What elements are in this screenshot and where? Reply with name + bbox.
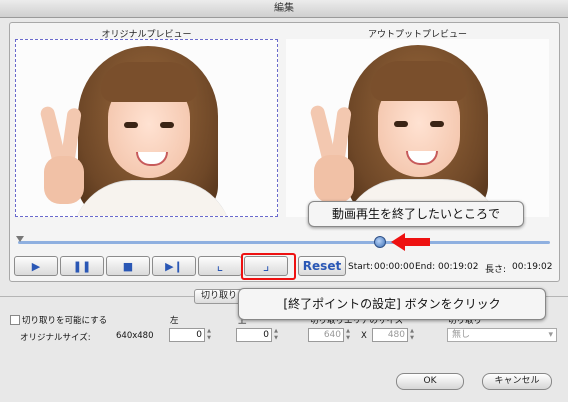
length-value: 00:19:02 <box>512 262 553 272</box>
start-point-icon: ⌞ <box>216 258 224 274</box>
start-marker-icon[interactable] <box>16 236 24 242</box>
left-label: 左 <box>170 316 179 326</box>
playhead-knob[interactable] <box>374 236 386 248</box>
original-preview <box>15 39 278 217</box>
stop-icon: ■ <box>122 259 134 273</box>
crop-left-field[interactable]: 0 <box>169 328 205 342</box>
crop-height-stepper[interactable]: ▲ ▼ <box>409 328 415 342</box>
start-value: 00:00:00 <box>374 262 415 272</box>
original-size-label: オリジナルサイズ: <box>20 333 91 343</box>
crop-height-field[interactable]: 480 <box>372 328 408 342</box>
output-preview <box>286 39 549 217</box>
crop-left-stepper[interactable]: ▲ ▼ <box>206 328 212 342</box>
start-label: Start: <box>348 262 374 272</box>
play-icon: ▶ <box>31 259 41 273</box>
next-frame-button[interactable]: ▶❙ <box>152 256 196 276</box>
length-label: 長さ: <box>485 265 507 275</box>
crop-width-field[interactable]: 640 <box>308 328 344 342</box>
enable-crop-checkbox[interactable] <box>10 315 20 325</box>
stop-button[interactable]: ■ <box>106 256 150 276</box>
red-arrow-icon <box>391 233 405 251</box>
end-value: 00:19:02 <box>438 262 479 272</box>
size-separator: X <box>361 331 367 341</box>
set-start-point-button[interactable]: ⌞ <box>198 256 242 276</box>
reset-button[interactable]: Reset <box>298 256 346 276</box>
aspect-select[interactable]: 無し ▾ <box>447 328 557 342</box>
original-size-value: 640x480 <box>116 331 154 341</box>
chevron-down-icon: ▾ <box>548 330 553 340</box>
cancel-button[interactable]: キャンセル <box>482 373 552 390</box>
red-arrow-shaft <box>404 238 430 246</box>
original-preview-image <box>16 40 277 216</box>
callout-top: 動画再生を終了したいところで <box>308 201 524 227</box>
crop-top-stepper[interactable]: ▲ ▼ <box>273 328 279 342</box>
next-frame-icon: ▶❙ <box>165 259 183 273</box>
timeline-slider[interactable] <box>16 236 550 248</box>
pause-icon: ❚❚ <box>72 259 92 273</box>
play-button[interactable]: ▶ <box>14 256 58 276</box>
enable-crop-label: 切り取りを可能にする <box>22 316 108 326</box>
callout-bottom: [終了ポイントの設定] ボタンをクリック <box>238 288 546 320</box>
crop-width-stepper[interactable]: ▲ ▼ <box>345 328 351 342</box>
pause-button[interactable]: ❚❚ <box>60 256 104 276</box>
timeline-track <box>18 241 550 244</box>
end-point-highlight <box>241 253 296 280</box>
ok-button[interactable]: OK <box>396 373 464 390</box>
end-label: End: <box>415 262 436 272</box>
preview-panel: オリジナルプレビュー アウトプットプレビュー 動画再生を終了したいところで ▶ … <box>9 22 560 282</box>
aspect-select-value: 無し <box>452 330 471 340</box>
tab-crop[interactable]: 切り取り <box>194 289 244 304</box>
output-preview-image <box>286 39 549 217</box>
window-title: 編集 <box>0 0 568 18</box>
crop-top-field[interactable]: 0 <box>236 328 272 342</box>
